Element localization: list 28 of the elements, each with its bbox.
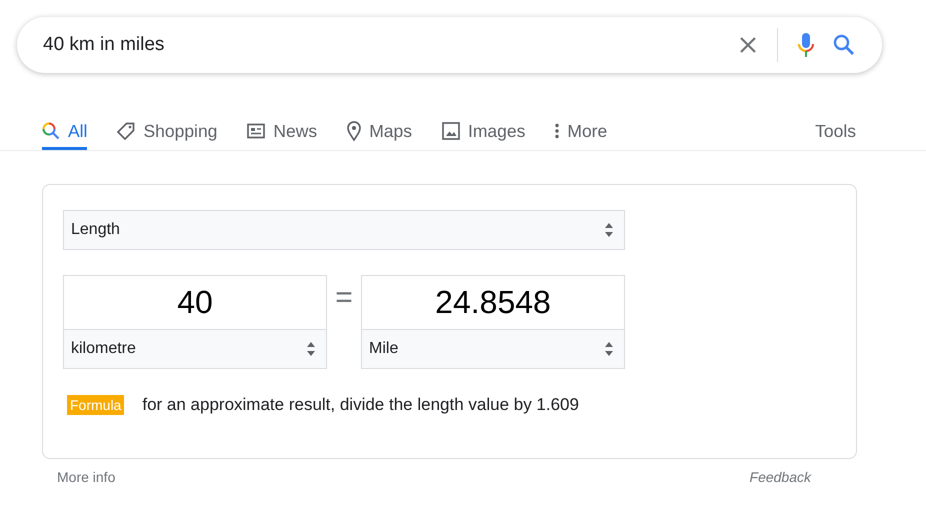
unit-select[interactable]: Mile bbox=[361, 329, 625, 369]
feedback-link[interactable]: Feedback bbox=[750, 469, 811, 485]
tab[interactable]: Images bbox=[442, 117, 526, 150]
microphone-icon[interactable] bbox=[798, 33, 814, 57]
tab[interactable]: News bbox=[247, 117, 318, 150]
search-icon bbox=[42, 122, 60, 140]
equals-sign: = bbox=[334, 281, 354, 315]
updown-icon bbox=[306, 341, 316, 357]
tag-icon bbox=[117, 122, 136, 140]
map-pin-icon bbox=[347, 121, 362, 141]
tab[interactable]: Maps bbox=[347, 117, 412, 150]
unit-select[interactable]: kilometre bbox=[63, 329, 327, 369]
tab[interactable]: Shopping bbox=[117, 117, 218, 150]
tools-button[interactable]: Tools bbox=[815, 117, 856, 150]
updown-icon bbox=[604, 341, 614, 357]
image-icon bbox=[442, 122, 460, 140]
more-info-link[interactable]: More info bbox=[57, 469, 116, 485]
value-field[interactable]: 40 bbox=[63, 275, 327, 329]
search-icon[interactable] bbox=[832, 33, 856, 57]
news-icon bbox=[247, 123, 266, 139]
formula-badge: Formula bbox=[67, 395, 124, 415]
formula-text: for an approximate result, divide the length value by 1.609 bbox=[142, 395, 579, 415]
value-field[interactable]: 24.8548 bbox=[361, 275, 625, 329]
tab[interactable]: More bbox=[555, 117, 608, 150]
close-icon[interactable] bbox=[739, 36, 757, 54]
quantity-select[interactable]: Length bbox=[63, 210, 625, 250]
more-icon bbox=[555, 123, 560, 139]
updown-icon bbox=[604, 222, 614, 238]
